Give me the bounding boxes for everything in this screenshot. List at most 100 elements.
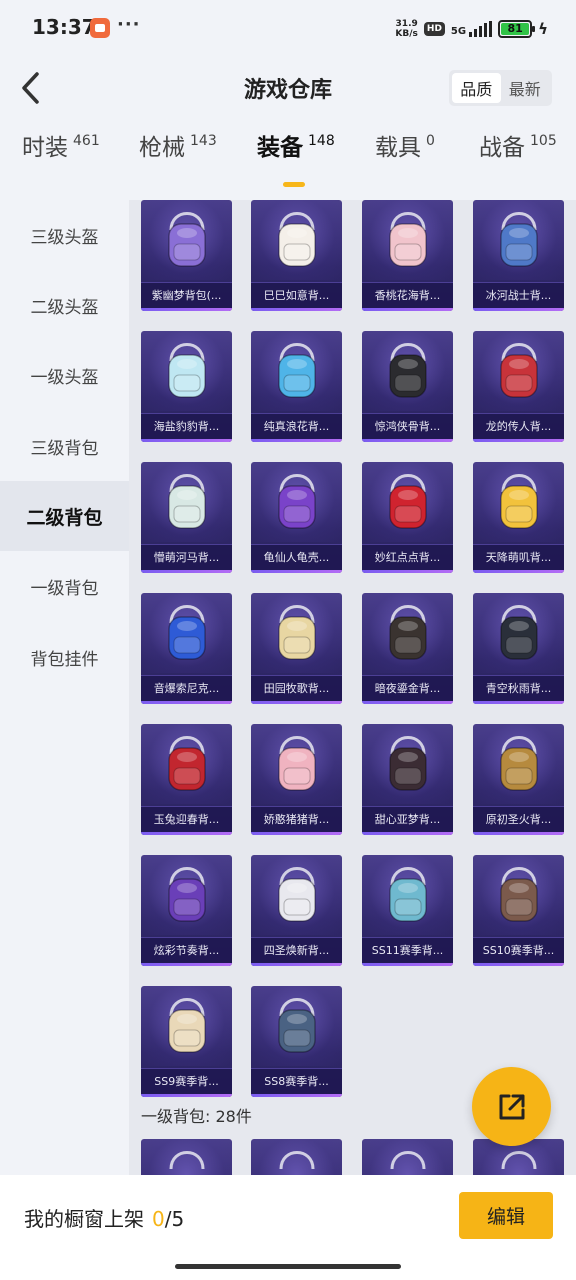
item-card[interactable]: 四圣焕新背... [251,855,342,966]
network-speed-value: 31.9 [395,19,418,29]
sidebar-item-backpack-lv1[interactable]: 一级背包 [0,551,129,621]
item-card-partial[interactable] [141,1139,232,1175]
sidebar-item-helmet-lv2[interactable]: 二级头盔 [0,270,129,340]
item-name: 龙的传人背... [473,413,564,439]
tab-count: 461 [73,133,100,149]
sort-newest-button[interactable]: 最新 [501,73,550,103]
backpack-icon [168,605,206,660]
item-card[interactable]: SS8赛季背... [251,986,342,1097]
item-card[interactable]: 冰河战士背... [473,200,564,311]
item-card[interactable]: 懵萌河马背... [141,462,232,573]
showcase-status: 我的橱窗上架 0 /5 [24,1203,184,1232]
share-icon [499,1094,524,1119]
sidebar: 三级头盔 二级头盔 一级头盔 三级背包 二级背包 一级背包 背包挂件 [0,200,129,1175]
tab-vehicles[interactable]: 载具 0 [375,130,435,166]
item-card[interactable]: 紫幽梦背包(... [141,200,232,311]
item-card[interactable]: 原初圣火背... [473,724,564,835]
tab-label: 时装 [22,135,68,161]
item-card[interactable]: 田园牧歌背... [251,593,342,704]
category-tabs: 时装 461 枪械 143 装备 148 载具 0 战备 105 [0,130,576,196]
backpack-icon [169,1151,205,1170]
item-name: 海盐豹豹背... [141,413,232,439]
sidebar-item-helmet-lv1[interactable]: 一级头盔 [0,340,129,410]
item-card[interactable]: 惊鸿侠骨背... [362,331,453,442]
backpack-icon [500,212,538,267]
item-name: 炫彩节奏背... [141,937,232,963]
item-card[interactable]: 龙的传人背... [473,331,564,442]
item-name: 玉兔迎春背... [141,806,232,832]
backpack-icon [500,867,538,922]
item-name: 田园牧歌背... [251,675,342,701]
item-card[interactable]: 炫彩节奏背... [141,855,232,966]
sidebar-item-backpack-lv2[interactable]: 二级背包 [0,481,129,551]
hd-icon: HD [423,22,445,36]
backpack-icon [389,605,427,660]
item-name: 娇憨猪猪背... [251,806,342,832]
showcase-count: 0 /5 [152,1207,184,1231]
item-card[interactable]: 娇憨猪猪背... [251,724,342,835]
item-card[interactable]: 天降萌叽背... [473,462,564,573]
backpack-icon [500,343,538,398]
item-card[interactable]: SS9赛季背... [141,986,232,1097]
more-notifications-icon: ··· [117,14,141,35]
signal-bars-icon [469,21,493,37]
status-bar: 13:37 ··· 31.9 KB/s HD 5G 81 ϟ [0,0,576,56]
item-card[interactable]: 玉兔迎春背... [141,724,232,835]
item-name: 甜心亚梦背... [362,806,453,832]
backpack-icon [168,736,206,791]
tab-count: 143 [190,133,217,149]
item-card[interactable]: 暗夜鎏金背... [362,593,453,704]
backpack-icon [168,212,206,267]
back-button[interactable] [12,66,48,110]
item-card-partial[interactable] [251,1139,342,1175]
item-name: 青空秋雨背... [473,675,564,701]
active-tab-indicator [283,182,305,187]
item-card[interactable]: 妙红点点背... [362,462,453,573]
item-card[interactable]: 纯真浪花背... [251,331,342,442]
tab-equipment[interactable]: 装备 148 [257,130,335,166]
item-grid: 紫幽梦背包(... 巳巳如意背... 香桃花海背... 冰河战士背... 海盐豹豹背..… [129,200,576,1175]
backpack-icon [500,605,538,660]
tab-guns[interactable]: 枪械 143 [139,130,217,166]
item-name: 妙红点点背... [362,544,453,570]
item-name: 冰河战士背... [473,282,564,308]
backpack-icon [389,343,427,398]
item-card[interactable]: SS11赛季背... [362,855,453,966]
item-card[interactable]: 香桃花海背... [362,200,453,311]
backpack-icon [390,1151,426,1170]
backpack-icon [168,867,206,922]
item-card[interactable]: 音爆索尼克... [141,593,232,704]
backpack-icon [278,998,316,1053]
charging-icon: ϟ [538,20,548,38]
item-card[interactable]: 甜心亚梦背... [362,724,453,835]
item-card[interactable]: 海盐豹豹背... [141,331,232,442]
item-card-partial[interactable] [362,1139,453,1175]
sidebar-item-backpack-lv3[interactable]: 三级背包 [0,411,129,481]
network-type: 5G [450,26,467,37]
item-card[interactable]: 青空秋雨背... [473,593,564,704]
item-name: 紫幽梦背包(... [141,282,232,308]
item-card[interactable]: 巳巳如意背... [251,200,342,311]
backpack-icon [389,867,427,922]
edit-button[interactable]: 编辑 [459,1192,553,1239]
tab-supplies[interactable]: 战备 105 [479,130,557,166]
sort-quality-button[interactable]: 品质 [452,73,501,103]
share-button[interactable] [472,1067,551,1146]
item-name: 懵萌河马背... [141,544,232,570]
battery-icon: 81 [498,20,536,38]
sidebar-item-helmet-lv3[interactable]: 三级头盔 [0,200,129,270]
network-speed: 31.9 KB/s [395,19,417,39]
backpack-icon [389,474,427,529]
item-name: 天降萌叽背... [473,544,564,570]
item-name: SS8赛季背... [251,1068,342,1094]
item-card[interactable]: 龟仙人龟壳... [251,462,342,573]
item-card[interactable]: SS10赛季背... [473,855,564,966]
backpack-icon [168,474,206,529]
section-title: 一级背包: 28件 [141,1107,252,1126]
item-name: SS9赛季背... [141,1068,232,1094]
showcase-label: 我的橱窗上架 [24,1207,144,1231]
sidebar-item-backpack-charm[interactable]: 背包挂件 [0,622,129,692]
tab-fashion[interactable]: 时装 461 [22,130,100,166]
tab-label: 载具 [375,135,421,161]
item-name: 暗夜鎏金背... [362,675,453,701]
